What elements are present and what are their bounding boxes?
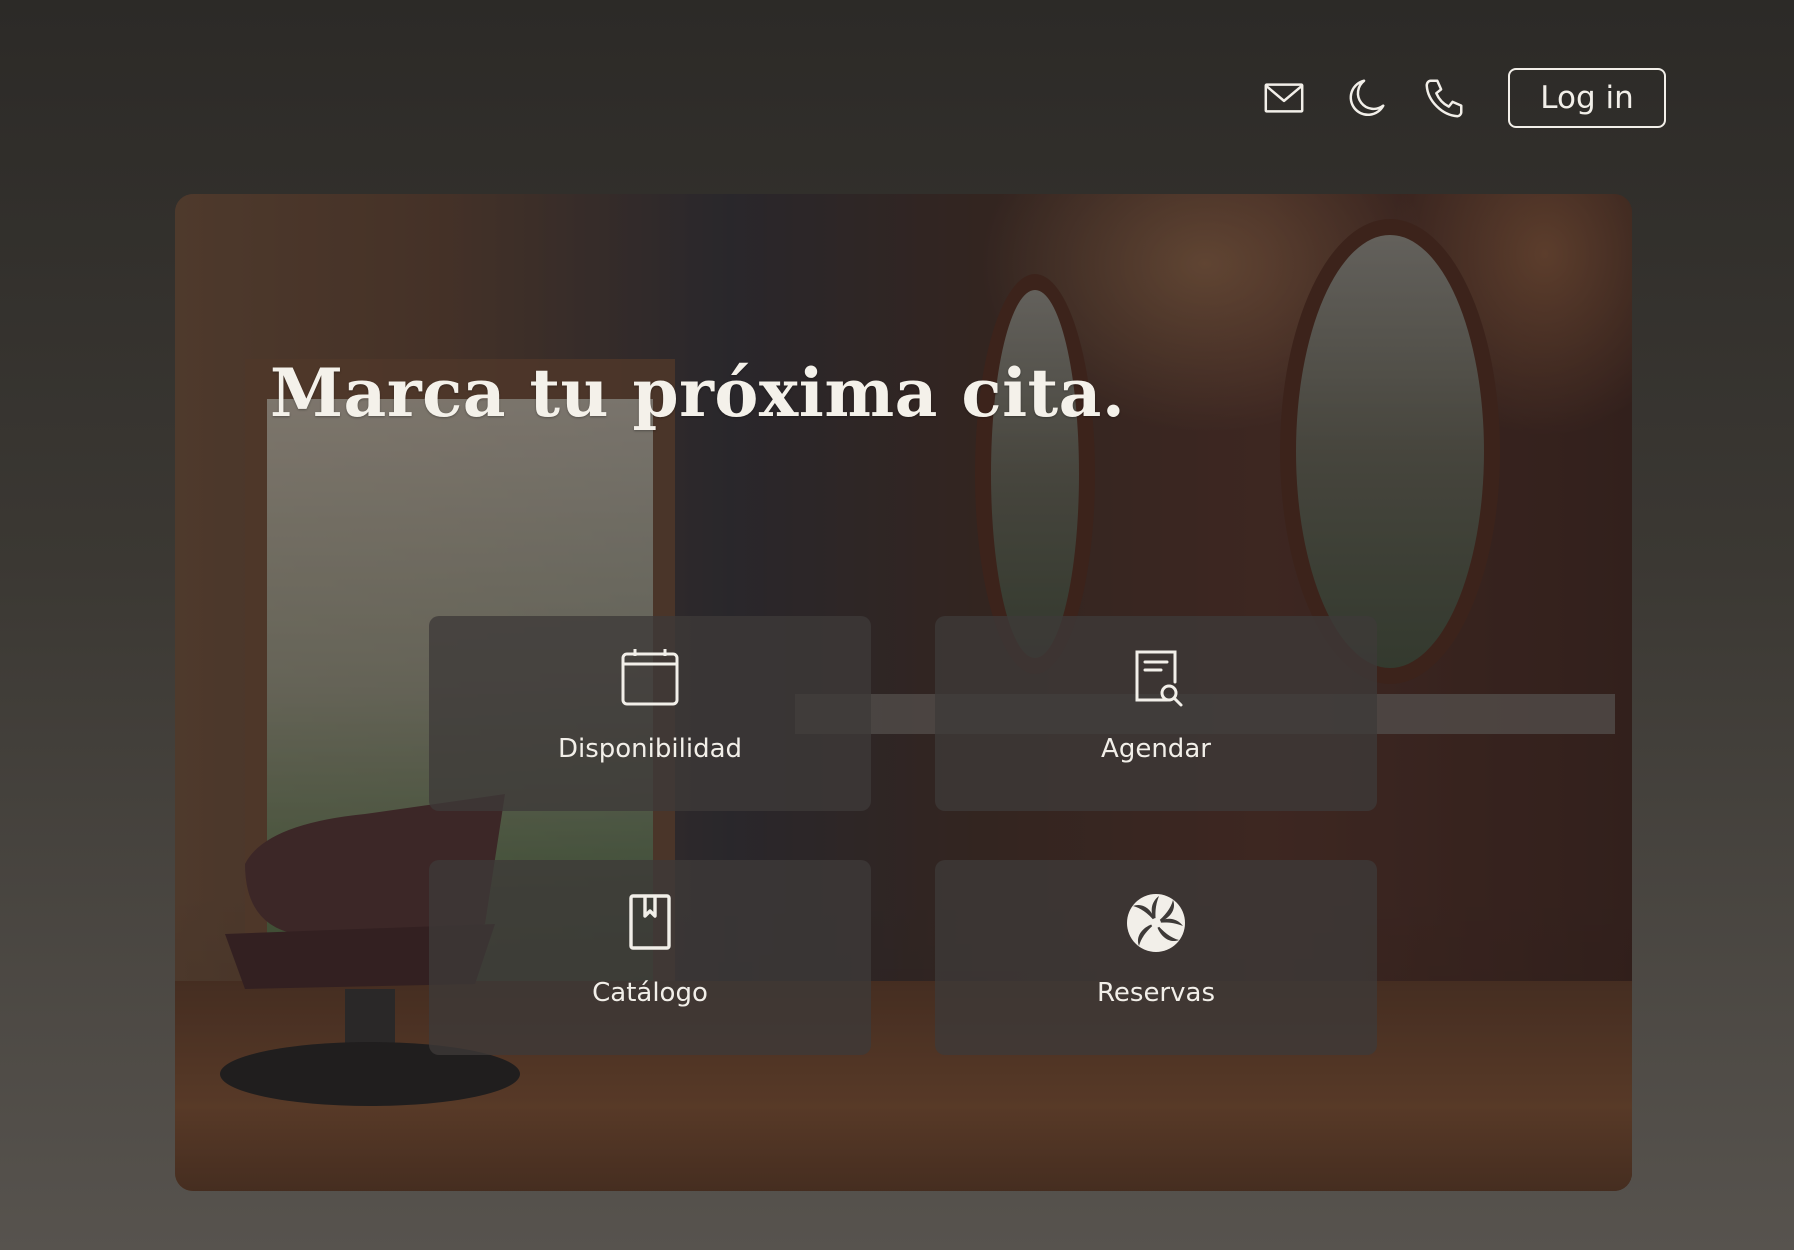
document-search-icon <box>1135 650 1183 707</box>
aperture-swirl-icon <box>1127 894 1185 952</box>
phone-icon <box>1425 79 1463 118</box>
action-tiles: Disponibilidad Agendar Catálogo Reservas <box>429 616 1377 1055</box>
tile-label: Disponibilidad <box>557 734 743 764</box>
tile-agendar[interactable]: Agendar <box>935 616 1377 811</box>
calendar-icon <box>621 649 679 706</box>
tile-reservas[interactable]: Reservas <box>935 860 1377 1055</box>
login-button[interactable]: Log in <box>1508 68 1666 128</box>
top-bar: Log in <box>1254 68 1666 128</box>
tile-label: Catálogo <box>592 978 708 1008</box>
tile-catalogo[interactable]: Catálogo <box>429 860 871 1055</box>
bookmark-book-icon <box>629 894 671 950</box>
mail-button[interactable] <box>1254 68 1314 128</box>
theme-toggle-button[interactable] <box>1336 68 1396 128</box>
hero-title: Marca tu próxima cita. <box>270 354 1126 432</box>
tile-disponibilidad[interactable]: Disponibilidad <box>429 616 871 811</box>
phone-button[interactable] <box>1414 68 1474 128</box>
hero-card: Marca tu próxima cita. Disponibilidad Ag… <box>175 194 1632 1191</box>
tile-label: Reservas <box>1097 978 1215 1008</box>
mail-icon <box>1264 83 1304 113</box>
tile-label: Agendar <box>1101 734 1211 764</box>
moon-icon <box>1349 79 1385 116</box>
